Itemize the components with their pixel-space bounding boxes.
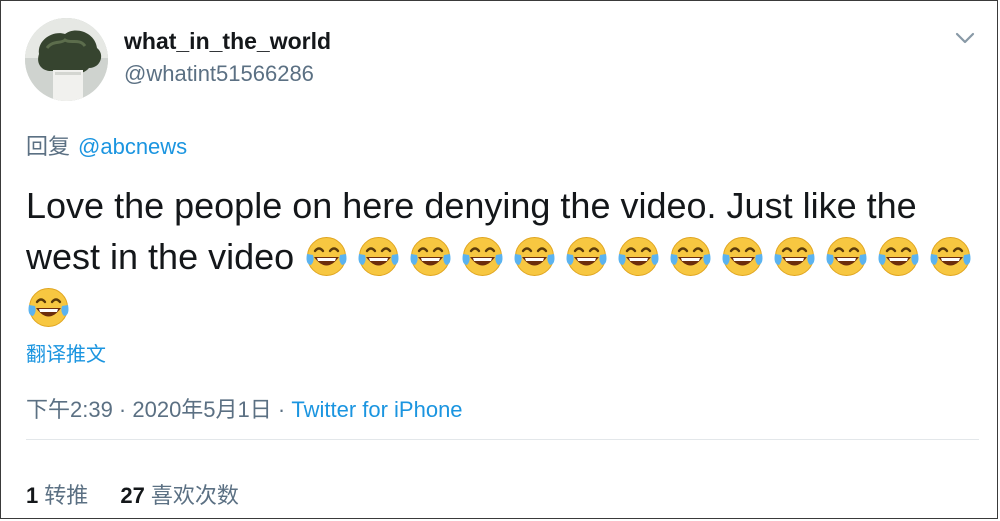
retweets-label: 转推: [44, 483, 89, 508]
tweet-body: Love the people on here denying the vide…: [26, 180, 986, 333]
face-with-tears-of-joy-icon: [460, 234, 505, 279]
avatar-photo: [25, 18, 108, 101]
face-with-tears-of-joy-icon: [26, 285, 71, 330]
face-with-tears-of-joy-icon: [668, 234, 713, 279]
face-with-tears-of-joy-icon: [720, 234, 765, 279]
user-avatar[interactable]: [25, 18, 108, 101]
likes-count: 27: [120, 483, 145, 508]
face-with-tears-of-joy-icon: [928, 234, 973, 279]
tweet-stats: 1 转推 27 喜欢次数: [26, 478, 265, 510]
display-name[interactable]: what_in_the_world: [124, 28, 331, 55]
likes-stat[interactable]: 27 喜欢次数: [120, 483, 239, 508]
face-with-tears-of-joy-icon: [772, 234, 817, 279]
user-handle[interactable]: @whatint51566286: [124, 61, 314, 87]
tweet-card: what_in_the_world @whatint51566286 回复 @ab…: [0, 0, 998, 519]
face-with-tears-of-joy-icon: [616, 234, 661, 279]
face-with-tears-of-joy-icon: [356, 234, 401, 279]
face-with-tears-of-joy-icon: [876, 234, 921, 279]
retweets-stat[interactable]: 1 转推: [26, 483, 88, 508]
face-with-tears-of-joy-icon: [408, 234, 453, 279]
face-with-tears-of-joy-icon: [304, 234, 349, 279]
reply-to-handle-link[interactable]: @abcnews: [78, 134, 187, 159]
likes-label: 喜欢次数: [150, 483, 239, 508]
retweets-count: 1: [26, 483, 39, 508]
meta-separator: ·: [271, 397, 292, 422]
reply-context: 回复 @abcnews: [26, 129, 187, 161]
reply-prefix: 回复: [26, 134, 71, 159]
face-with-tears-of-joy-icon: [824, 234, 869, 279]
tweet-source-link[interactable]: Twitter for iPhone: [291, 397, 462, 422]
tweet-meta: 下午2:39 · 2020年5月1日 · Twitter for iPhone: [26, 392, 463, 424]
translate-tweet-link[interactable]: 翻译推文: [26, 338, 106, 367]
face-with-tears-of-joy-icon: [564, 234, 609, 279]
tweet-timestamp[interactable]: 下午2:39 · 2020年5月1日: [26, 397, 272, 422]
face-with-tears-of-joy-icon: [512, 234, 557, 279]
chevron-down-icon[interactable]: [952, 27, 978, 49]
divider: [26, 439, 979, 440]
